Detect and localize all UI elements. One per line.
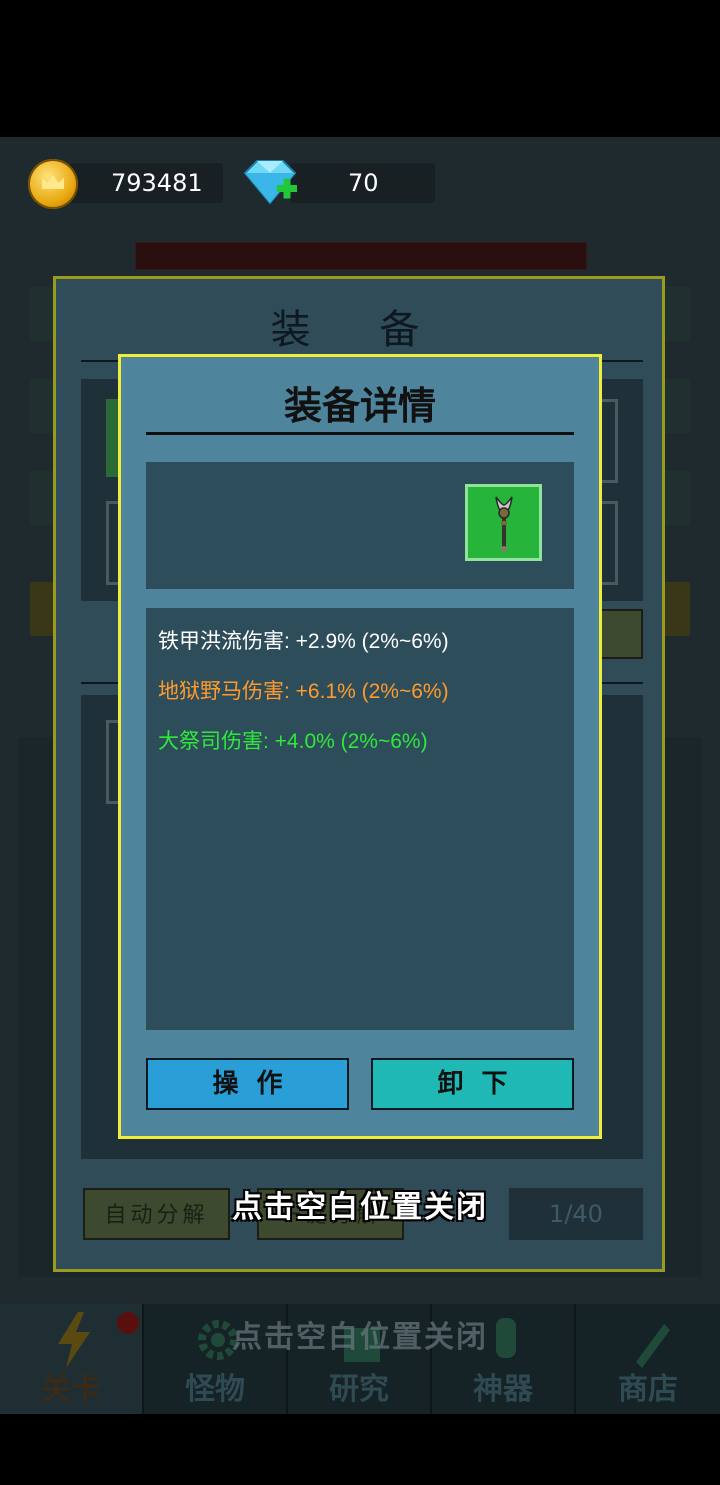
- close-hint-ghost: 点击空白位置关闭: [232, 1320, 488, 1355]
- divider: [146, 432, 574, 435]
- dialog-title: 装备详情: [283, 384, 436, 428]
- equipment-detail-dialog: 装备详情 铁甲洪流伤害: +2.9% (2%~6%) 地狱野马伤害: +6.1%…: [118, 354, 602, 1139]
- item-slot[interactable]: [465, 484, 542, 561]
- stat-line: 铁甲洪流伤害: +2.9% (2%~6%): [158, 630, 449, 653]
- staff-icon: [495, 496, 513, 552]
- stat-line: 大祭司伤害: +4.0% (2%~6%): [158, 730, 428, 753]
- unequip-button[interactable]: 卸下: [371, 1058, 574, 1110]
- stat-line: 地狱野马伤害: +6.1% (2%~6%): [158, 680, 449, 703]
- operate-button[interactable]: 操作: [146, 1058, 349, 1110]
- stats-area: 铁甲洪流伤害: +2.9% (2%~6%) 地狱野马伤害: +6.1% (2%~…: [146, 608, 574, 1030]
- item-preview-area: [146, 462, 574, 589]
- close-hint: 点击空白位置关闭: [232, 1190, 488, 1225]
